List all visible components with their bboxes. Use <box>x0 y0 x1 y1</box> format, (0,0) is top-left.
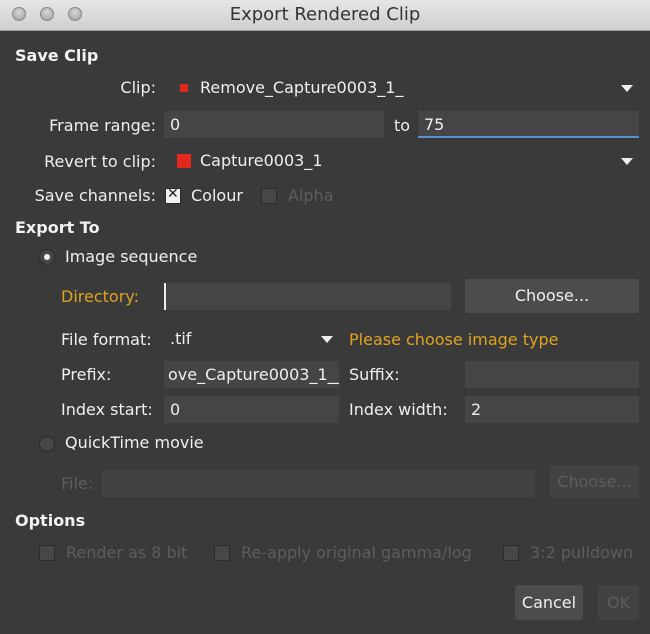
clip-dropdown[interactable]: Remove_Capture0003_1_ <box>164 75 639 102</box>
suffix-label: Suffix: <box>349 365 400 384</box>
index-start-field[interactable]: 0 <box>164 396 339 423</box>
render-8bit-label: Render as 8 bit <box>66 543 188 562</box>
prefix-field[interactable]: ove_Capture0003_1__ <box>164 361 339 388</box>
prefix-label: Prefix: <box>61 365 112 384</box>
revert-clip-dropdown[interactable]: Capture0003_1 <box>164 148 639 175</box>
quicktime-radio[interactable] <box>39 436 55 452</box>
chevron-down-icon <box>621 158 633 165</box>
pulldown-label: 3:2 pulldown <box>530 543 634 562</box>
directory-field[interactable] <box>164 283 451 310</box>
save-channels-label: Save channels: <box>34 186 156 205</box>
colour-checkbox[interactable] <box>165 186 181 204</box>
colour-label: Colour <box>191 186 243 205</box>
save-clip-heading: Save Clip <box>15 46 99 65</box>
file-format-dropdown[interactable]: .tif <box>164 326 339 353</box>
alpha-label: Alpha <box>288 186 334 205</box>
index-start-label: Index start: <box>61 400 153 419</box>
render-8bit-checkbox[interactable] <box>39 545 55 561</box>
title-bar: Export Rendered Clip <box>0 0 650 31</box>
file-choose-button[interactable]: Choose... <box>550 465 639 498</box>
frame-range-label: Frame range: <box>49 116 156 135</box>
file-format-label: File format: <box>61 330 152 349</box>
revert-clip-color-swatch <box>177 154 191 168</box>
alpha-checkbox[interactable] <box>261 188 277 204</box>
image-sequence-label: Image sequence <box>65 247 198 266</box>
window-title: Export Rendered Clip <box>229 4 421 25</box>
clip-label: Clip: <box>120 78 156 97</box>
pulldown-checkbox[interactable] <box>503 545 519 561</box>
reapply-gamma-label: Re-apply original gamma/log <box>241 543 472 562</box>
directory-label: Directory: <box>61 287 139 306</box>
chevron-down-icon <box>621 85 633 92</box>
index-width-field[interactable]: 2 <box>465 396 639 423</box>
frame-end-field[interactable]: 75 <box>418 111 639 138</box>
image-sequence-radio[interactable] <box>39 249 55 265</box>
file-label: File: <box>61 474 94 493</box>
clip-color-swatch <box>180 84 188 92</box>
quicktime-label: QuickTime movie <box>65 433 204 452</box>
suffix-field[interactable] <box>465 361 639 388</box>
directory-choose-button[interactable]: Choose... <box>465 279 639 313</box>
ok-button[interactable]: OK <box>598 585 639 620</box>
to-label: to <box>394 116 411 135</box>
options-heading: Options <box>15 511 86 530</box>
frame-start-field[interactable]: 0 <box>164 111 384 138</box>
chevron-down-icon <box>321 336 333 343</box>
cancel-button[interactable]: Cancel <box>515 585 583 620</box>
file-format-value: .tif <box>170 329 192 348</box>
revert-to-clip-label: Revert to clip: <box>44 152 156 171</box>
clip-dropdown-value: Remove_Capture0003_1_ <box>200 78 404 97</box>
image-type-warning: Please choose image type <box>349 330 559 349</box>
index-width-label: Index width: <box>349 400 448 419</box>
file-field[interactable] <box>102 470 535 497</box>
reapply-gamma-checkbox[interactable] <box>214 545 230 561</box>
export-to-heading: Export To <box>15 218 100 237</box>
revert-clip-dropdown-value: Capture0003_1 <box>200 151 323 170</box>
